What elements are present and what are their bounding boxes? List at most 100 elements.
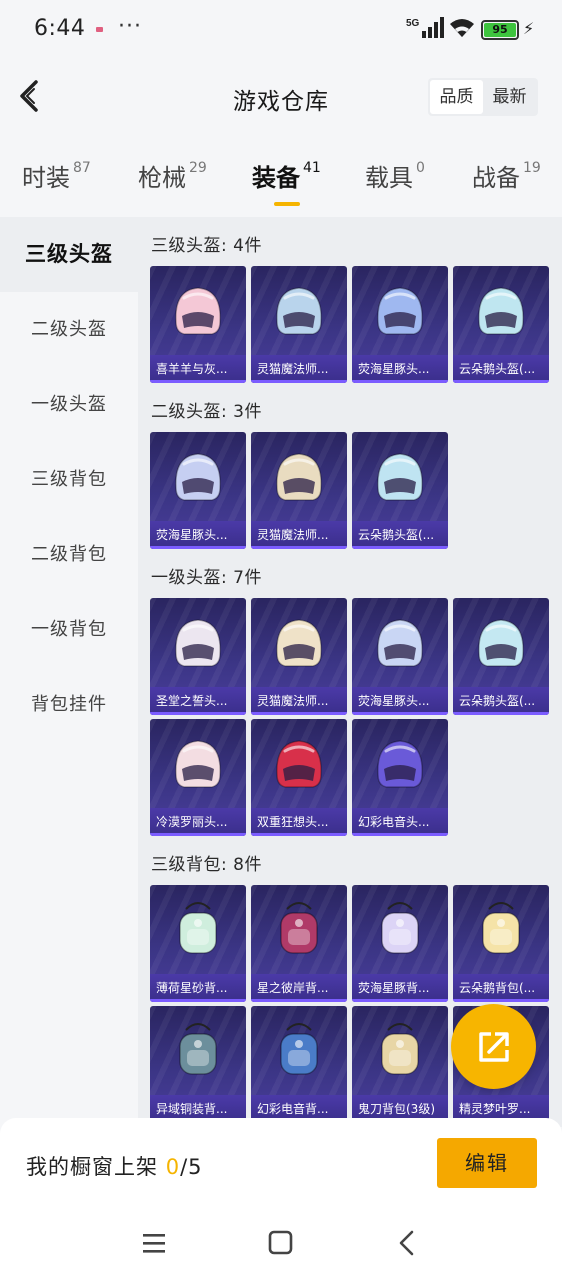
item-card[interactable]: 圣堂之誓头... — [150, 598, 246, 715]
item-name: 灵猫魔法师... — [251, 355, 347, 383]
item-card[interactable]: 喜羊羊与灰... — [150, 266, 246, 383]
cloud-goose-helmet-icon — [478, 619, 524, 667]
item-card[interactable]: 双重狂想头... — [251, 719, 347, 836]
rarity-bar — [453, 999, 549, 1002]
item-card[interactable]: 薄荷星砂背... — [150, 885, 246, 1002]
cat-mage-helmet-icon — [276, 287, 322, 335]
item-card[interactable]: 幻彩电音头... — [352, 719, 448, 836]
showcase-label: 我的橱窗上架 0/5 — [26, 1151, 203, 1181]
category-tabs: 时装 87 枪械 29 装备 41 载具 0 战备 19 — [0, 150, 562, 210]
rarity-bar — [352, 546, 448, 549]
sidebar-item-lvl2-helmet[interactable]: 二级头盔 — [0, 292, 138, 367]
double-fantasy-helmet-icon — [276, 740, 322, 788]
tab-count: 87 — [73, 160, 91, 176]
item-card[interactable]: 荧海星豚背... — [352, 885, 448, 1002]
item-name: 荧海星豚头... — [352, 687, 448, 715]
item-card[interactable]: 鬼刀背包(3级) — [352, 1006, 448, 1123]
sort-quality-button[interactable]: 品质 — [430, 80, 483, 114]
item-name: 灵猫魔法师... — [251, 687, 347, 715]
mint-backpack-icon — [179, 902, 217, 954]
tab-label: 装备 — [252, 164, 300, 192]
cat-mage-helmet-icon — [276, 619, 322, 667]
star-dolphin-helmet-icon — [377, 287, 423, 335]
tab-gear[interactable]: 战备 19 — [472, 158, 541, 193]
wifi-icon — [450, 19, 474, 37]
svg-text:5G: 5G — [406, 18, 420, 29]
cloud-goose-helmet-icon — [377, 453, 423, 501]
edit-button[interactable]: 编辑 — [437, 1138, 537, 1188]
back-icon[interactable] — [396, 1230, 418, 1256]
sort-latest-button[interactable]: 最新 — [483, 80, 536, 114]
rarity-bar — [251, 833, 347, 836]
section-title: 二级头盔: 3件 — [151, 402, 262, 422]
neon-beat-helmet-icon — [377, 740, 423, 788]
item-name: 幻彩电音头... — [352, 808, 448, 836]
item-name: 双重狂想头... — [251, 808, 347, 836]
sidebar-item-lvl2-backpack[interactable]: 二级背包 — [0, 517, 138, 592]
header: 游戏仓库 品质 最新 — [0, 60, 562, 134]
item-card[interactable]: 荧海星豚头... — [352, 598, 448, 715]
item-list[interactable]: 三级头盔: 4件 喜羊羊与灰... 灵猫魔法师... 荧海星豚头... 云朵鹅头盔(..… — [138, 217, 562, 1127]
star-dolphin-backpack-icon — [381, 902, 419, 954]
rarity-bar — [150, 546, 246, 549]
status-bar: 6:44 ··· 5G 95 ⚡ — [0, 0, 562, 60]
item-card[interactable]: 灵猫魔法师... — [251, 432, 347, 549]
item-name: 云朵鹅头盔(... — [352, 521, 448, 549]
tab-count: 29 — [189, 160, 207, 176]
item-card[interactable]: 云朵鹅头盔(... — [453, 266, 549, 383]
item-card[interactable]: 灵猫魔法师... — [251, 266, 347, 383]
item-grid: 喜羊羊与灰... 灵猫魔法师... 荧海星豚头... 云朵鹅头盔(... — [138, 266, 562, 383]
section-title: 三级背包: 8件 — [151, 855, 262, 875]
rarity-bar — [352, 833, 448, 836]
cloud-goose-backpack-icon — [482, 902, 520, 954]
signal-icon: 5G — [406, 17, 444, 38]
tab-vehicles[interactable]: 载具 0 — [365, 158, 425, 193]
rarity-bar — [352, 712, 448, 715]
holy-oath-helmet-icon — [175, 619, 221, 667]
item-card[interactable]: 冷漠罗丽头... — [150, 719, 246, 836]
tab-firearms[interactable]: 枪械 29 — [138, 158, 207, 193]
item-name: 荧海星豚头... — [352, 355, 448, 383]
app-root: 6:44 ··· 5G 95 ⚡ 游戏仓库 品质 最新 时装 87 枪械 29 … — [0, 0, 562, 1280]
showcase-text: 我的橱窗上架 — [26, 1155, 158, 1179]
sidebar-item-lvl1-helmet[interactable]: 一级头盔 — [0, 367, 138, 442]
rarity-bar — [251, 999, 347, 1002]
home-icon[interactable] — [268, 1230, 294, 1256]
item-card[interactable]: 云朵鹅头盔(... — [352, 432, 448, 549]
rarity-bar — [453, 712, 549, 715]
item-name: 喜羊羊与灰... — [150, 355, 246, 383]
share-float-button[interactable] — [451, 1004, 536, 1089]
notification-icon — [96, 27, 103, 32]
menu-icon[interactable] — [142, 1230, 166, 1256]
pink-lolita-helmet-icon — [175, 740, 221, 788]
tab-fashion[interactable]: 时装 87 — [22, 158, 91, 193]
item-card[interactable]: 异域铜装背... — [150, 1006, 246, 1123]
sidebar-item-lvl1-backpack[interactable]: 一级背包 — [0, 592, 138, 667]
item-name: 星之彼岸背... — [251, 974, 347, 1002]
item-card[interactable]: 灵猫魔法师... — [251, 598, 347, 715]
item-grid: 荧海星豚头... 灵猫魔法师... 云朵鹅头盔(... — [138, 432, 562, 549]
sidebar-item-lvl3-backpack[interactable]: 三级背包 — [0, 442, 138, 517]
item-name: 云朵鹅头盔(... — [453, 687, 549, 715]
rarity-bar — [453, 380, 549, 383]
item-card[interactable]: 荧海星豚头... — [150, 432, 246, 549]
share-icon — [479, 1032, 509, 1062]
star-shore-backpack-icon — [280, 902, 318, 954]
tab-equipment[interactable]: 装备 41 — [252, 158, 321, 206]
item-card[interactable]: 云朵鹅头盔(... — [453, 598, 549, 715]
item-card[interactable]: 云朵鹅背包(... — [453, 885, 549, 1002]
tab-label: 时装 — [22, 164, 70, 192]
neon-beat-backpack-icon — [280, 1023, 318, 1075]
cat-mage-helmet-icon — [276, 453, 322, 501]
item-card[interactable]: 荧海星豚头... — [352, 266, 448, 383]
sidebar-item-lvl3-helmet[interactable]: 三级头盔 — [0, 217, 138, 292]
sidebar-item-backpack-charm[interactable]: 背包挂件 — [0, 667, 138, 742]
section-title: 一级头盔: 7件 — [151, 568, 262, 588]
charging-icon: ⚡ — [523, 19, 535, 38]
tab-count: 19 — [523, 160, 541, 176]
item-card[interactable]: 星之彼岸背... — [251, 885, 347, 1002]
item-card[interactable]: 幻彩电音背... — [251, 1006, 347, 1123]
tab-count: 41 — [303, 160, 321, 176]
item-name: 荧海星豚头... — [150, 521, 246, 549]
rarity-bar — [150, 712, 246, 715]
